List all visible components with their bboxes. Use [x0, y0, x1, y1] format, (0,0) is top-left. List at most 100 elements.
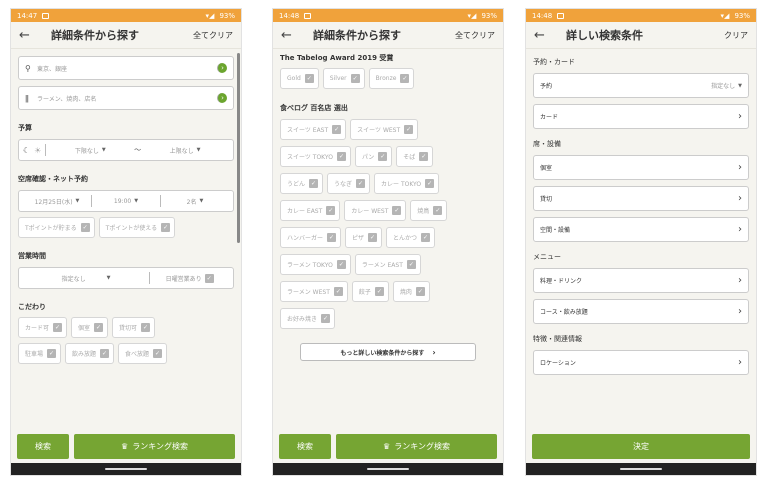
checkbox-icon[interactable]: ✓: [327, 233, 337, 242]
sun-icon[interactable]: ☀: [34, 146, 41, 155]
clear-button[interactable]: クリア: [724, 30, 748, 41]
checkbox-icon[interactable]: ✓: [321, 314, 331, 323]
home-handle[interactable]: [367, 468, 409, 470]
checkbox-icon[interactable]: ✓: [419, 152, 429, 161]
checkbox-icon[interactable]: ✓: [336, 152, 346, 161]
hyakumeiten-chip[interactable]: カレー EAST ✓: [280, 200, 341, 221]
checkbox-icon[interactable]: ✓: [204, 273, 214, 283]
clear-all-button[interactable]: 全てクリア: [193, 30, 233, 41]
clear-all-button[interactable]: 全てクリア: [455, 30, 495, 41]
hyakumeiten-chip[interactable]: 焼肉 ✓: [392, 281, 430, 302]
hyakumeiten-chip[interactable]: うなぎ ✓: [327, 173, 371, 194]
go-arrow-icon[interactable]: ›: [217, 63, 227, 73]
home-handle[interactable]: [105, 468, 147, 470]
hyakumeiten-chip[interactable]: ピザ ✓: [345, 227, 383, 248]
award-chip[interactable]: Bronze ✓: [368, 68, 415, 89]
ranking-search-button[interactable]: ♛ ランキング検索: [336, 434, 497, 459]
checkbox-icon[interactable]: ✓: [368, 233, 378, 242]
kodawari-chip[interactable]: 駐車場 ✓: [18, 343, 62, 364]
space-facility-item[interactable]: 空間・設備 ›: [533, 217, 749, 242]
location-input[interactable]: ⚲ 東京、銀座 ›: [18, 56, 234, 80]
checkbox-icon[interactable]: ✓: [53, 323, 63, 332]
checkbox-icon[interactable]: ✓: [415, 287, 425, 296]
reserve-selector[interactable]: 12月25日(水) ▼ 19:00 ▼ 2名 ▼: [18, 190, 234, 212]
home-handle[interactable]: [620, 468, 662, 470]
checkbox-icon[interactable]: ✓: [80, 223, 90, 232]
keyword-input[interactable]: ǁ ラーメン、焼肉、店名 ›: [18, 86, 234, 110]
ranking-search-button[interactable]: ♛ ランキング検索: [74, 434, 235, 459]
budget-min-select[interactable]: 下限なし ▼: [46, 146, 134, 155]
checkbox-icon[interactable]: ✓: [94, 323, 104, 332]
checkbox-icon[interactable]: ✓: [161, 223, 171, 232]
hyakumeiten-chip[interactable]: とんかつ ✓: [386, 227, 436, 248]
checkbox-icon[interactable]: ✓: [378, 152, 388, 161]
private-room-item[interactable]: 個室 ›: [533, 155, 749, 180]
hyakumeiten-chip[interactable]: ハンバーガー ✓: [280, 227, 342, 248]
hyakumeiten-chip[interactable]: スイーツ TOKYO ✓: [280, 146, 351, 167]
point-earn-chip[interactable]: Tポイントが貯まる ✓: [18, 217, 95, 238]
hyakumeiten-chip[interactable]: ラーメン TOKYO ✓: [280, 254, 351, 275]
back-arrow-icon[interactable]: ←: [534, 28, 556, 43]
checkbox-icon[interactable]: ✓: [425, 179, 435, 188]
checkbox-icon[interactable]: ✓: [400, 74, 410, 83]
moon-icon[interactable]: ☾: [23, 146, 30, 155]
checkbox-icon[interactable]: ✓: [421, 233, 431, 242]
hyakumeiten-chip[interactable]: パン ✓: [354, 146, 393, 167]
hyakumeiten-chip[interactable]: 焼鳥 ✓: [410, 200, 448, 221]
checkbox-icon[interactable]: ✓: [141, 323, 151, 332]
checkbox-icon[interactable]: ✓: [404, 125, 414, 134]
budget-max-select[interactable]: 上限なし ▼: [141, 146, 229, 155]
back-arrow-icon[interactable]: ←: [281, 28, 303, 43]
point-use-chip[interactable]: Tポイントが使える ✓: [98, 217, 176, 238]
food-drink-item[interactable]: 料理・ドリンク ›: [533, 268, 749, 293]
hyakumeiten-chip[interactable]: ラーメン WEST ✓: [280, 281, 348, 302]
reserve-date-select[interactable]: 12月25日(水) ▼: [23, 197, 91, 206]
hyakumeiten-chip[interactable]: スイーツ EAST ✓: [280, 119, 347, 140]
hyakumeiten-chip[interactable]: ラーメン EAST ✓: [354, 254, 421, 275]
hyakumeiten-chip[interactable]: カレー TOKYO ✓: [374, 173, 440, 194]
checkbox-icon[interactable]: ✓: [350, 74, 360, 83]
checkbox-icon[interactable]: ✓: [153, 349, 163, 358]
decide-button[interactable]: 決定: [532, 434, 750, 459]
checkbox-icon[interactable]: ✓: [406, 260, 416, 269]
kodawari-chip[interactable]: 貸切可 ✓: [112, 317, 156, 338]
course-item[interactable]: コース・飲み放題 ›: [533, 299, 749, 324]
hyakumeiten-chip[interactable]: カレー WEST ✓: [344, 200, 407, 221]
hyakumeiten-chip[interactable]: スイーツ WEST ✓: [350, 119, 419, 140]
checkbox-icon[interactable]: ✓: [47, 349, 57, 358]
search-button[interactable]: 検索: [17, 434, 69, 459]
reserve-item[interactable]: 予約 指定なし ▼: [533, 73, 749, 98]
scrollbar[interactable]: [237, 53, 240, 243]
checkbox-icon[interactable]: ✓: [374, 287, 384, 296]
checkbox-icon[interactable]: ✓: [326, 206, 336, 215]
kodawari-chip[interactable]: 個室 ✓: [71, 317, 109, 338]
hyakumeiten-chip[interactable]: うどん ✓: [280, 173, 324, 194]
back-arrow-icon[interactable]: ←: [19, 28, 41, 43]
checkbox-icon[interactable]: ✓: [433, 206, 443, 215]
card-item[interactable]: カード ›: [533, 104, 749, 129]
reserve-people-select[interactable]: 2名 ▼: [161, 197, 229, 206]
checkbox-icon[interactable]: ✓: [392, 206, 402, 215]
hyakumeiten-chip[interactable]: 餃子 ✓: [351, 281, 389, 302]
kodawari-chip[interactable]: 食べ放題 ✓: [118, 343, 168, 364]
kashikiri-item[interactable]: 貸切 ›: [533, 186, 749, 211]
search-button[interactable]: 検索: [279, 434, 331, 459]
checkbox-icon[interactable]: ✓: [304, 74, 314, 83]
checkbox-icon[interactable]: ✓: [336, 260, 346, 269]
sunday-open-toggle[interactable]: 日曜営業あり ✓: [150, 273, 229, 283]
hours-selector[interactable]: 指定なし ▼ 日曜営業あり ✓: [18, 267, 234, 289]
hours-select[interactable]: 指定なし ▼: [23, 274, 149, 283]
award-chip[interactable]: Gold ✓: [280, 68, 319, 89]
more-detail-search-button[interactable]: もっと詳しい検索条件から探す ›: [300, 343, 476, 361]
checkbox-icon[interactable]: ✓: [100, 349, 110, 358]
checkbox-icon[interactable]: ✓: [333, 287, 343, 296]
reserve-time-select[interactable]: 19:00 ▼: [92, 198, 160, 205]
hyakumeiten-chip[interactable]: お好み焼き ✓: [280, 308, 336, 329]
kodawari-chip[interactable]: 飲み放題 ✓: [65, 343, 115, 364]
hyakumeiten-chip[interactable]: そば ✓: [396, 146, 434, 167]
checkbox-icon[interactable]: ✓: [356, 179, 366, 188]
location-item[interactable]: ロケーション ›: [533, 350, 749, 375]
checkbox-icon[interactable]: ✓: [309, 179, 319, 188]
budget-selector[interactable]: ☾ ☀ 下限なし ▼ 〜 上限なし ▼: [18, 139, 234, 161]
checkbox-icon[interactable]: ✓: [332, 125, 342, 134]
